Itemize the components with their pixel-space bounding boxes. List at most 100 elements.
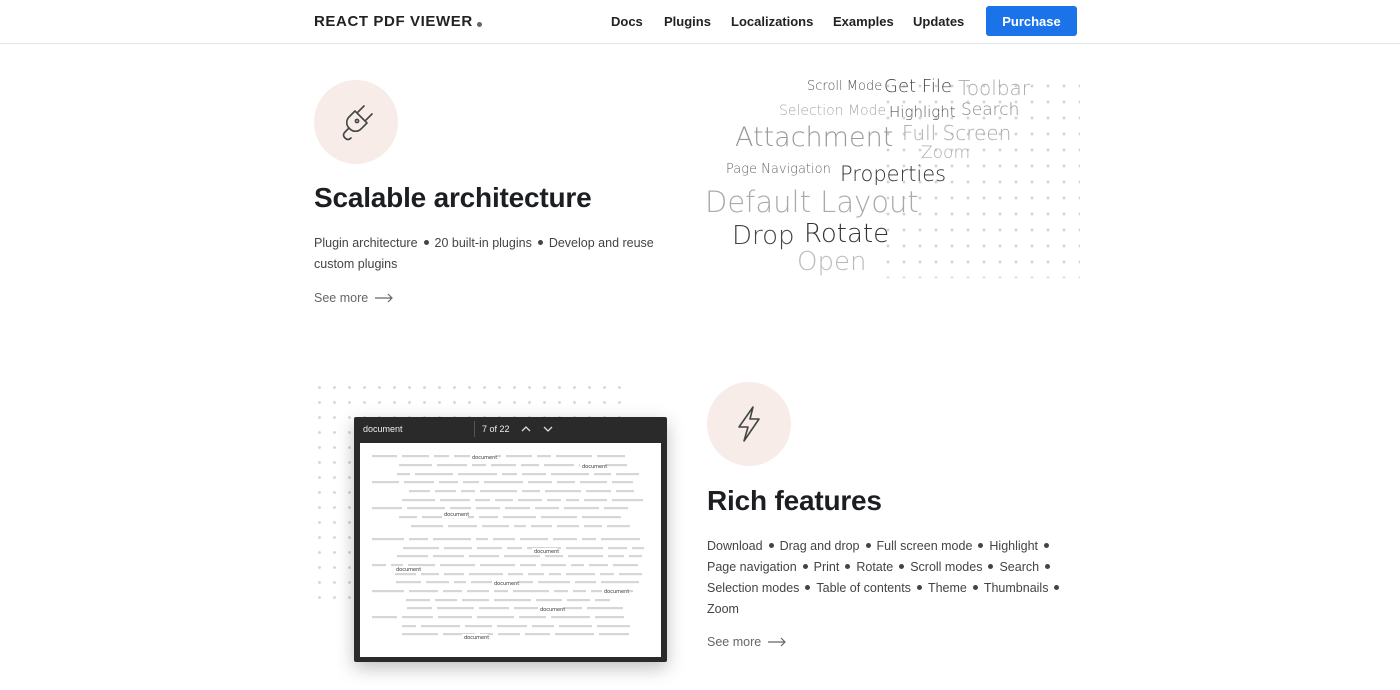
text-line: [482, 525, 509, 528]
word-full-screen: Full Screen: [902, 121, 1012, 145]
word-open: Open: [797, 247, 867, 277]
feature-item: Page navigation: [707, 560, 797, 574]
word-drop: Drop: [732, 221, 795, 251]
text-line: [465, 625, 492, 628]
text-line: [568, 555, 603, 558]
bullet-icon: [978, 543, 984, 549]
text-line: [597, 625, 630, 628]
text-line: [411, 525, 443, 528]
bullet-icon: [899, 564, 905, 570]
text-line: [582, 516, 621, 519]
text-line: [472, 464, 486, 467]
text-line: [613, 564, 638, 567]
text-line: [557, 525, 579, 528]
text-line: [406, 599, 430, 602]
text-line: [402, 499, 435, 502]
text-line: [409, 538, 428, 541]
word-toolbar: Toolbar: [958, 76, 1031, 100]
nav-docs[interactable]: Docs: [611, 14, 643, 29]
text-line: [497, 625, 527, 628]
text-line: [463, 481, 479, 484]
text-line: [528, 573, 544, 576]
text-line: [586, 490, 611, 493]
brand-logo[interactable]: REACT PDF VIEWER: [314, 13, 482, 30]
search-highlight-word: document: [464, 635, 489, 641]
text-line: [450, 507, 471, 510]
chevron-down-icon: [543, 426, 553, 432]
text-line: [448, 525, 477, 528]
toolbar-divider: [474, 421, 475, 437]
text-line: [595, 599, 610, 602]
text-line: [461, 490, 475, 493]
brand-dot-icon: [476, 22, 482, 27]
brand-name[interactable]: REACT PDF VIEWER: [314, 13, 473, 30]
text-line: [538, 581, 570, 584]
text-line: [632, 547, 644, 550]
bullet-icon: [1054, 585, 1060, 591]
text-line: [480, 490, 517, 493]
text-line: [421, 625, 460, 628]
text-line: [437, 464, 467, 467]
rich-see-more-link[interactable]: See more: [707, 635, 787, 649]
text-line: [556, 455, 592, 458]
see-more-label[interactable]: See more: [707, 635, 761, 649]
text-line: [469, 555, 499, 558]
nav-localizations[interactable]: Localizations: [731, 14, 813, 29]
bullet-icon: [805, 585, 811, 591]
text-line: [521, 464, 539, 467]
text-line: [407, 507, 445, 510]
bullet-icon: [537, 240, 543, 246]
text-line: [541, 564, 566, 567]
bullet-icon: [845, 564, 851, 570]
text-line: [503, 516, 536, 519]
feature-item: Search: [999, 560, 1040, 574]
text-line: [426, 581, 449, 584]
search-highlight-word: document: [604, 589, 629, 595]
feature-item: Full screen mode: [876, 539, 973, 553]
text-line: [435, 490, 456, 493]
text-line: [391, 564, 403, 567]
text-line: [619, 573, 642, 576]
search-highlight-word: document: [582, 464, 607, 470]
nav-plugins[interactable]: Plugins: [664, 14, 711, 29]
text-line: [407, 607, 432, 610]
text-line: [555, 633, 594, 636]
text-line: [480, 564, 515, 567]
text-line: [597, 455, 625, 458]
text-line: [616, 490, 634, 493]
text-line: [589, 564, 608, 567]
text-line: [514, 525, 526, 528]
text-line: [520, 564, 536, 567]
feature-item: Table of contents: [816, 581, 911, 595]
scalable-see-more-link[interactable]: See more: [314, 291, 394, 305]
text-line: [584, 499, 607, 502]
text-line: [458, 473, 497, 476]
text-line: [399, 516, 417, 519]
scalable-description: Plugin architecture 20 built-in plugins De…: [314, 233, 674, 275]
text-line: [601, 581, 639, 584]
arrow-right-icon: [375, 293, 394, 303]
purchase-button[interactable]: Purchase: [986, 6, 1077, 36]
text-line: [372, 616, 397, 619]
text-line: [415, 473, 453, 476]
text-line: [462, 599, 489, 602]
text-line: [409, 590, 438, 593]
text-line: [477, 616, 514, 619]
feature-item: Thumbnails: [983, 581, 1049, 595]
text-line: [566, 573, 595, 576]
text-line: [476, 507, 500, 510]
nav-updates[interactable]: Updates: [913, 14, 964, 29]
text-line: [491, 464, 516, 467]
text-line: [408, 564, 435, 567]
text-line: [545, 555, 563, 558]
word-scroll-mode: Scroll Mode: [807, 79, 883, 94]
see-more-label[interactable]: See more: [314, 291, 368, 305]
search-highlight-word: document: [494, 581, 519, 587]
text-line: [520, 538, 548, 541]
search-highlight-word: document: [540, 607, 565, 613]
text-line: [440, 499, 470, 502]
nav-examples[interactable]: Examples: [833, 14, 894, 29]
text-line: [545, 490, 581, 493]
text-line: [559, 625, 592, 628]
text-line: [454, 581, 466, 584]
